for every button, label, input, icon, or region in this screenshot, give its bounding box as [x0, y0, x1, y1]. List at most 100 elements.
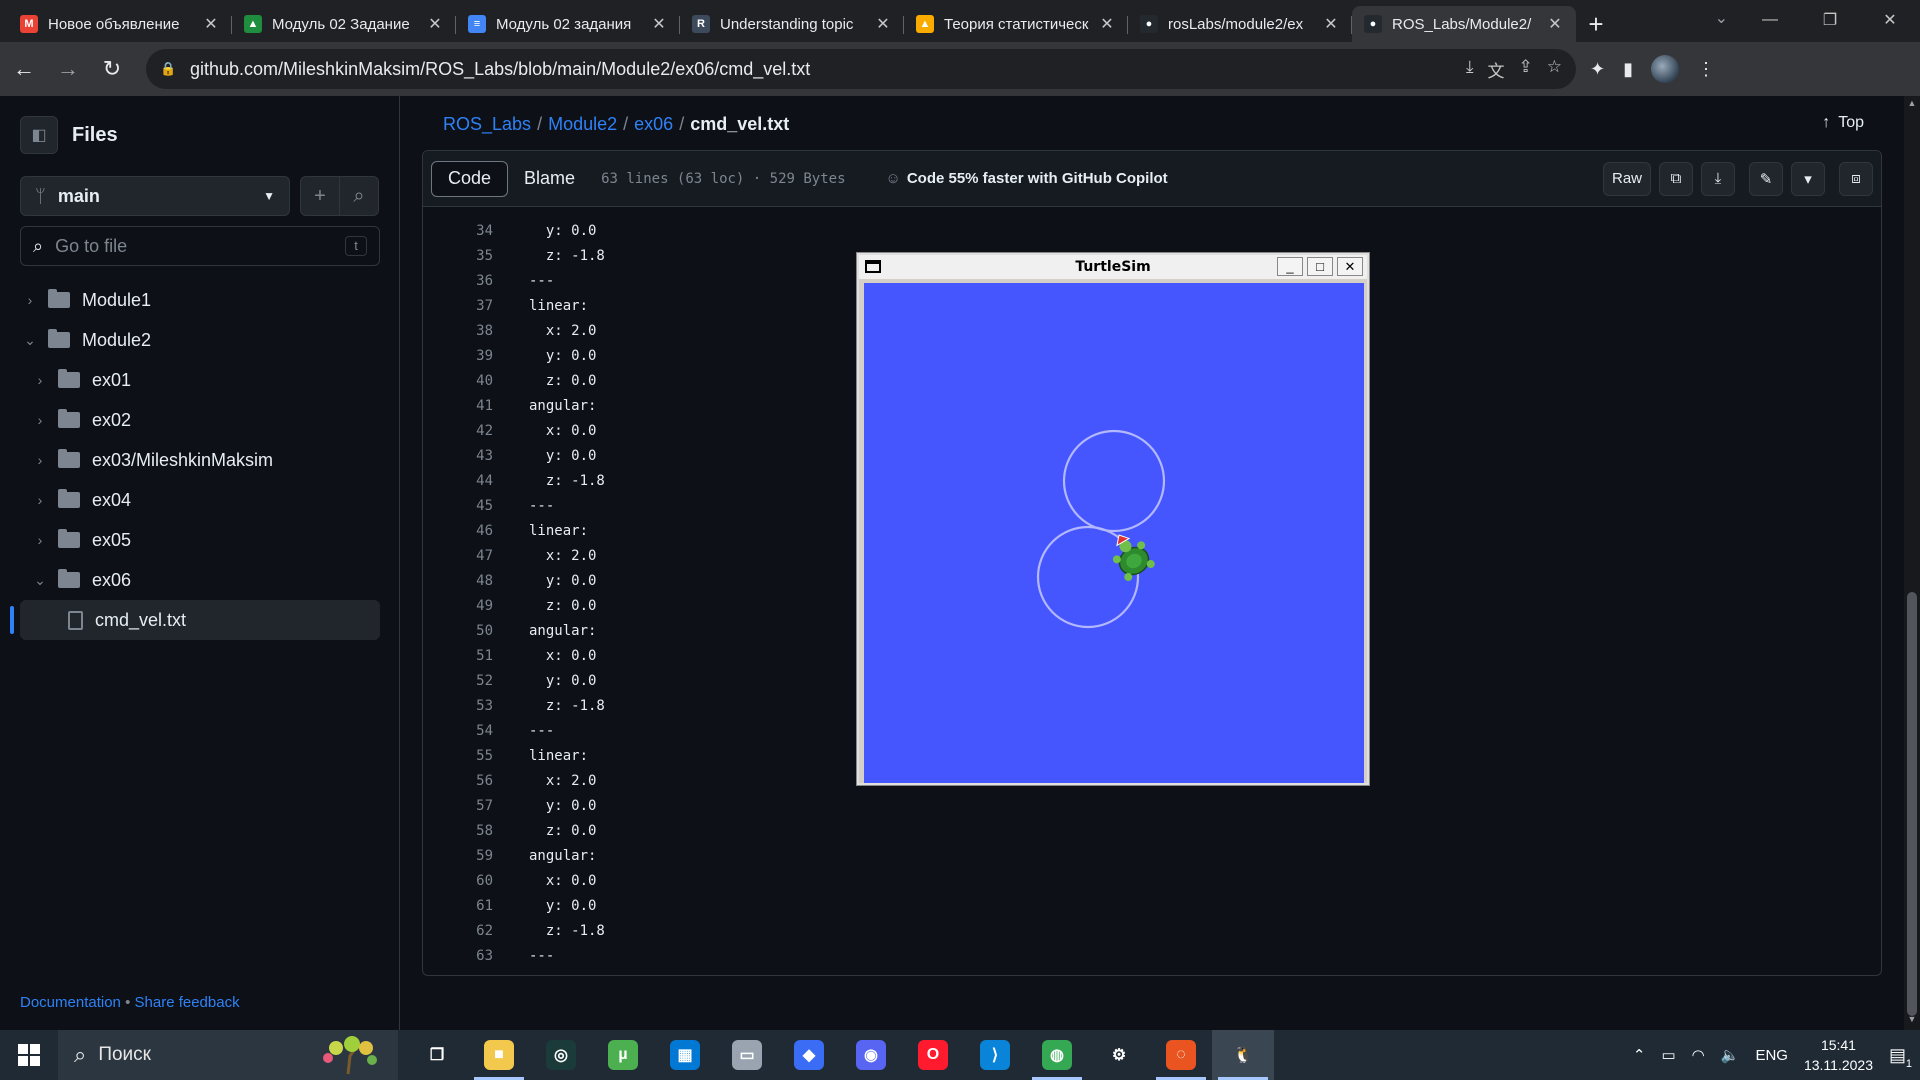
- tree-folder-item[interactable]: › ex01: [20, 360, 380, 400]
- chevron-right-icon[interactable]: ›: [30, 492, 50, 508]
- taskbar-app-button[interactable]: O: [902, 1030, 964, 1080]
- line-number[interactable]: 53: [423, 694, 493, 719]
- close-tab-icon[interactable]: ✕: [874, 14, 892, 34]
- restore-window-button[interactable]: ❐: [1800, 0, 1860, 40]
- address-bar[interactable]: 🔒 github.com/MileshkinMaksim/ROS_Labs/bl…: [146, 49, 1576, 89]
- browser-tab[interactable]: ≡ Модуль 02 задания ✕: [456, 6, 680, 42]
- line-number[interactable]: 40: [423, 369, 493, 394]
- browser-menu-icon[interactable]: ⋮: [1697, 59, 1715, 80]
- close-window-button[interactable]: ✕: [1860, 0, 1920, 40]
- download-raw-icon[interactable]: ⤓: [1701, 161, 1735, 196]
- copilot-promo[interactable]: ☺ Code 55% faster with GitHub Copilot: [886, 170, 1168, 187]
- taskbar-app-button[interactable]: ▦: [654, 1030, 716, 1080]
- line-number[interactable]: 63: [423, 944, 493, 969]
- share-icon[interactable]: ⇪: [1519, 57, 1533, 82]
- close-tab-icon[interactable]: ✕: [202, 14, 220, 34]
- page-scrollbar[interactable]: ▲ ▼: [1904, 96, 1920, 1030]
- line-number[interactable]: 49: [423, 594, 493, 619]
- taskbar-app-button[interactable]: ◍: [1026, 1030, 1088, 1080]
- tree-folder-item[interactable]: › ex03/MileshkinMaksim: [20, 440, 380, 480]
- chevron-down-icon[interactable]: ⌄: [20, 332, 40, 349]
- symbols-panel-icon[interactable]: ⧈: [1839, 161, 1873, 196]
- taskbar-app-button[interactable]: ❐: [406, 1030, 468, 1080]
- blame-tab[interactable]: Blame: [508, 161, 591, 197]
- line-number[interactable]: 46: [423, 519, 493, 544]
- line-number[interactable]: 36: [423, 269, 493, 294]
- line-number[interactable]: 59: [423, 844, 493, 869]
- browser-tab[interactable]: R Understanding topic ✕: [680, 6, 904, 42]
- chevron-right-icon[interactable]: ›: [30, 452, 50, 468]
- extensions-icon[interactable]: ✦: [1590, 59, 1605, 80]
- taskbar-app-button[interactable]: 🐧: [1212, 1030, 1274, 1080]
- site-info-icon[interactable]: 🔒: [160, 61, 178, 77]
- line-number[interactable]: 37: [423, 294, 493, 319]
- taskbar-app-button[interactable]: ⟩: [964, 1030, 1026, 1080]
- tree-folder-item[interactable]: › ex05: [20, 520, 380, 560]
- close-tab-icon[interactable]: ✕: [426, 14, 444, 34]
- taskbar-app-button[interactable]: ◆: [778, 1030, 840, 1080]
- share-feedback-link[interactable]: Share feedback: [135, 994, 240, 1011]
- line-number[interactable]: 50: [423, 619, 493, 644]
- close-tab-icon[interactable]: ✕: [650, 14, 668, 34]
- copy-raw-icon[interactable]: ⧉: [1659, 161, 1693, 196]
- raw-button[interactable]: Raw: [1602, 161, 1651, 196]
- chevron-down-icon[interactable]: ⌄: [30, 572, 50, 589]
- line-number[interactable]: 57: [423, 794, 493, 819]
- close-tab-icon[interactable]: ✕: [1546, 14, 1564, 34]
- more-edit-options-icon[interactable]: ▾: [1791, 161, 1825, 196]
- profile-avatar[interactable]: [1651, 55, 1679, 83]
- add-file-button[interactable]: +: [300, 176, 340, 216]
- back-button[interactable]: ←: [4, 49, 44, 89]
- minimize-window-button[interactable]: —: [1740, 0, 1800, 40]
- wifi-icon[interactable]: ◠: [1692, 1046, 1705, 1064]
- collapse-sidebar-icon[interactable]: ◧: [20, 116, 58, 154]
- line-number[interactable]: 52: [423, 669, 493, 694]
- tree-folder-item[interactable]: › ex04: [20, 480, 380, 520]
- branch-selector[interactable]: ᛘ main ▼: [20, 176, 290, 216]
- edit-file-icon[interactable]: ✎: [1749, 161, 1783, 196]
- battery-icon[interactable]: ▭: [1661, 1046, 1675, 1064]
- turtlesim-maximize-button[interactable]: □: [1307, 257, 1333, 276]
- line-number[interactable]: 38: [423, 319, 493, 344]
- chevron-right-icon[interactable]: ›: [20, 292, 40, 308]
- search-files-button[interactable]: ⌕: [339, 176, 379, 216]
- code-tab[interactable]: Code: [431, 160, 509, 197]
- go-to-file-input[interactable]: ⌕ Go to file t: [20, 226, 380, 266]
- start-button[interactable]: [0, 1030, 58, 1080]
- turtlesim-close-button[interactable]: ✕: [1337, 257, 1363, 276]
- turtlesim-titlebar[interactable]: TurtleSim _ □ ✕: [859, 255, 1367, 279]
- taskbar-app-button[interactable]: ◉: [840, 1030, 902, 1080]
- breadcrumb-module2-link[interactable]: Module2: [548, 114, 617, 134]
- show-hidden-icons-icon[interactable]: ⌃: [1633, 1046, 1646, 1064]
- clock[interactable]: 15:41 13.11.2023: [1804, 1035, 1873, 1075]
- window-app-icon[interactable]: [865, 260, 881, 273]
- line-number[interactable]: 56: [423, 769, 493, 794]
- breadcrumb-repo-link[interactable]: ROS_Labs: [443, 114, 531, 134]
- browser-tab[interactable]: ▲ Теория статистическ ✕: [904, 6, 1128, 42]
- language-indicator[interactable]: ENG: [1755, 1047, 1788, 1064]
- notifications-icon[interactable]: ▤ 1: [1889, 1045, 1912, 1070]
- translate-icon[interactable]: 文: [1488, 57, 1505, 82]
- line-number[interactable]: 35: [423, 244, 493, 269]
- browser-tab[interactable]: ● rosLabs/module2/ex ✕: [1128, 6, 1352, 42]
- browser-tab[interactable]: ● ROS_Labs/Module2/ ✕: [1352, 6, 1576, 42]
- tab-search-icon[interactable]: ⌄: [1715, 8, 1728, 28]
- line-number[interactable]: 34: [423, 219, 493, 244]
- line-number[interactable]: 41: [423, 394, 493, 419]
- tree-file-item[interactable]: cmd_vel.txt: [10, 600, 380, 640]
- browser-tab[interactable]: ▲ Модуль 02 Задание ✕: [232, 6, 456, 42]
- close-tab-icon[interactable]: ✕: [1098, 14, 1116, 34]
- scroll-down-icon[interactable]: ▼: [1904, 1014, 1920, 1028]
- install-app-icon[interactable]: ⤓: [1466, 57, 1474, 82]
- new-tab-button[interactable]: +: [1576, 6, 1616, 42]
- tree-folder-item[interactable]: › Module1: [20, 280, 380, 320]
- browser-tab[interactable]: M Новое объявление ✕: [8, 6, 232, 42]
- line-number[interactable]: 51: [423, 644, 493, 669]
- line-number[interactable]: 44: [423, 469, 493, 494]
- taskbar-app-button[interactable]: ■: [468, 1030, 530, 1080]
- line-number[interactable]: 39: [423, 344, 493, 369]
- breadcrumb-ex06-link[interactable]: ex06: [634, 114, 673, 134]
- line-number[interactable]: 42: [423, 419, 493, 444]
- close-tab-icon[interactable]: ✕: [1322, 14, 1340, 34]
- tree-folder-item[interactable]: ⌄ Module2: [20, 320, 380, 360]
